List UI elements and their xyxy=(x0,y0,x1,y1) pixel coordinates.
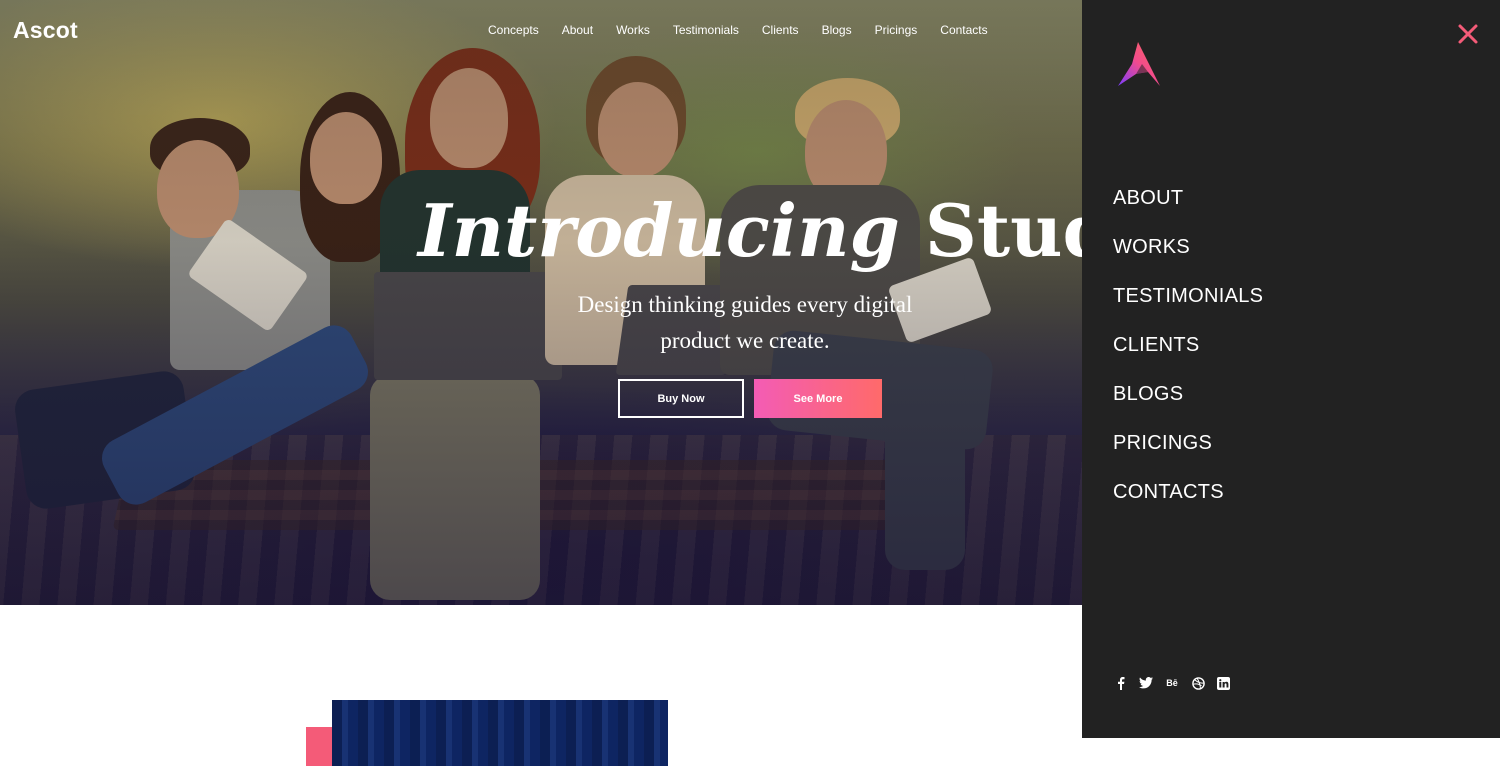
brand-logo-icon[interactable] xyxy=(1114,40,1164,88)
side-menu-item-clients[interactable]: CLIENTS xyxy=(1113,333,1263,382)
nav-link-blogs[interactable]: Blogs xyxy=(822,23,852,37)
dribbble-icon[interactable] xyxy=(1191,676,1205,690)
nav-link-contacts[interactable]: Contacts xyxy=(940,23,987,37)
side-menu-item-testimonials[interactable]: TESTIMONIALS xyxy=(1113,284,1263,333)
hero-subheadline-line1: Design thinking guides every digital xyxy=(577,292,913,317)
hero-headline: Introducing Studio xyxy=(418,195,1082,267)
behance-icon[interactable]: Bē xyxy=(1164,676,1180,690)
nav-link-works[interactable]: Works xyxy=(616,23,650,37)
close-icon[interactable] xyxy=(1456,22,1480,46)
facebook-icon[interactable] xyxy=(1114,676,1128,690)
side-menu-item-pricings[interactable]: PRICINGS xyxy=(1113,431,1263,480)
hero-subheadline-line2: product we create. xyxy=(660,328,830,353)
hero-subheadline: Design thinking guides every digital pro… xyxy=(540,287,950,359)
side-menu: ABOUT WORKS TESTIMONIALS CLIENTS BLOGS P… xyxy=(1113,186,1263,529)
nav-link-about[interactable]: About xyxy=(562,23,593,37)
buy-now-button[interactable]: Buy Now xyxy=(618,379,744,418)
top-navigation: Concepts About Works Testimonials Client… xyxy=(488,23,1011,37)
twitter-icon[interactable] xyxy=(1139,676,1153,690)
side-menu-item-about[interactable]: ABOUT xyxy=(1113,186,1263,235)
linkedin-icon[interactable] xyxy=(1216,676,1230,690)
nav-link-pricings[interactable]: Pricings xyxy=(875,23,918,37)
social-links: Bē xyxy=(1114,676,1230,690)
side-menu-item-blogs[interactable]: BLOGS xyxy=(1113,382,1263,431)
see-more-button[interactable]: See More xyxy=(754,379,882,418)
nav-link-clients[interactable]: Clients xyxy=(762,23,799,37)
nav-link-testimonials[interactable]: Testimonials xyxy=(673,23,739,37)
hero-headline-italic: Introducing xyxy=(418,188,900,273)
side-menu-item-contacts[interactable]: CONTACTS xyxy=(1113,480,1263,529)
site-logo[interactable]: Ascot xyxy=(13,17,78,44)
nav-link-concepts[interactable]: Concepts xyxy=(488,23,539,37)
side-menu-item-works[interactable]: WORKS xyxy=(1113,235,1263,284)
hero-headline-bold: Studio xyxy=(924,188,1082,273)
feature-image xyxy=(332,700,668,766)
hero-section: Ascot Concepts About Works Testimonials … xyxy=(0,0,1082,605)
